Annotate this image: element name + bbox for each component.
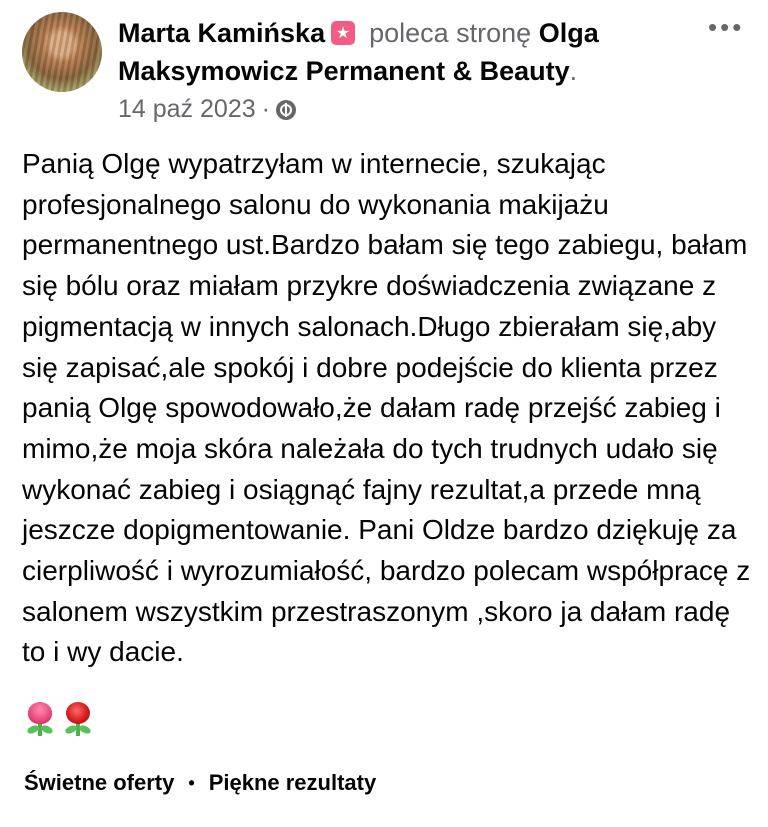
recommendation-tags: Świetne oferty • Piękne rezultaty	[24, 770, 376, 796]
post-header: Marta Kamińskapoleca stronę Olga Maksymo…	[118, 14, 678, 90]
rose-emoji-icon	[62, 700, 94, 738]
tag-great-offers[interactable]: Świetne oferty	[24, 770, 174, 796]
recommendation-post: Marta Kamińskapoleca stronę Olga Maksymo…	[0, 0, 768, 827]
author-avatar[interactable]	[22, 12, 102, 92]
post-date[interactable]: 14 paź 2023	[118, 95, 256, 124]
header-period: .	[569, 56, 578, 86]
author-name[interactable]: Marta Kamińska	[118, 18, 325, 48]
emoji-row	[24, 700, 94, 738]
meta-separator: ·	[261, 95, 270, 123]
more-options-button[interactable]: •••	[708, 14, 744, 40]
tulip-emoji-icon	[24, 700, 56, 738]
post-body-text: Panią Olgę wypatrzyłam w internecie, szu…	[22, 148, 751, 668]
recommend-action-text: poleca stronę	[369, 18, 532, 48]
tag-separator: •	[188, 772, 195, 793]
globe-icon[interactable]	[275, 99, 296, 120]
post-meta: 14 paź 2023 ·	[118, 95, 296, 124]
recommend-star-icon	[331, 21, 356, 45]
tag-beautiful-results[interactable]: Piękne rezultaty	[209, 770, 377, 796]
